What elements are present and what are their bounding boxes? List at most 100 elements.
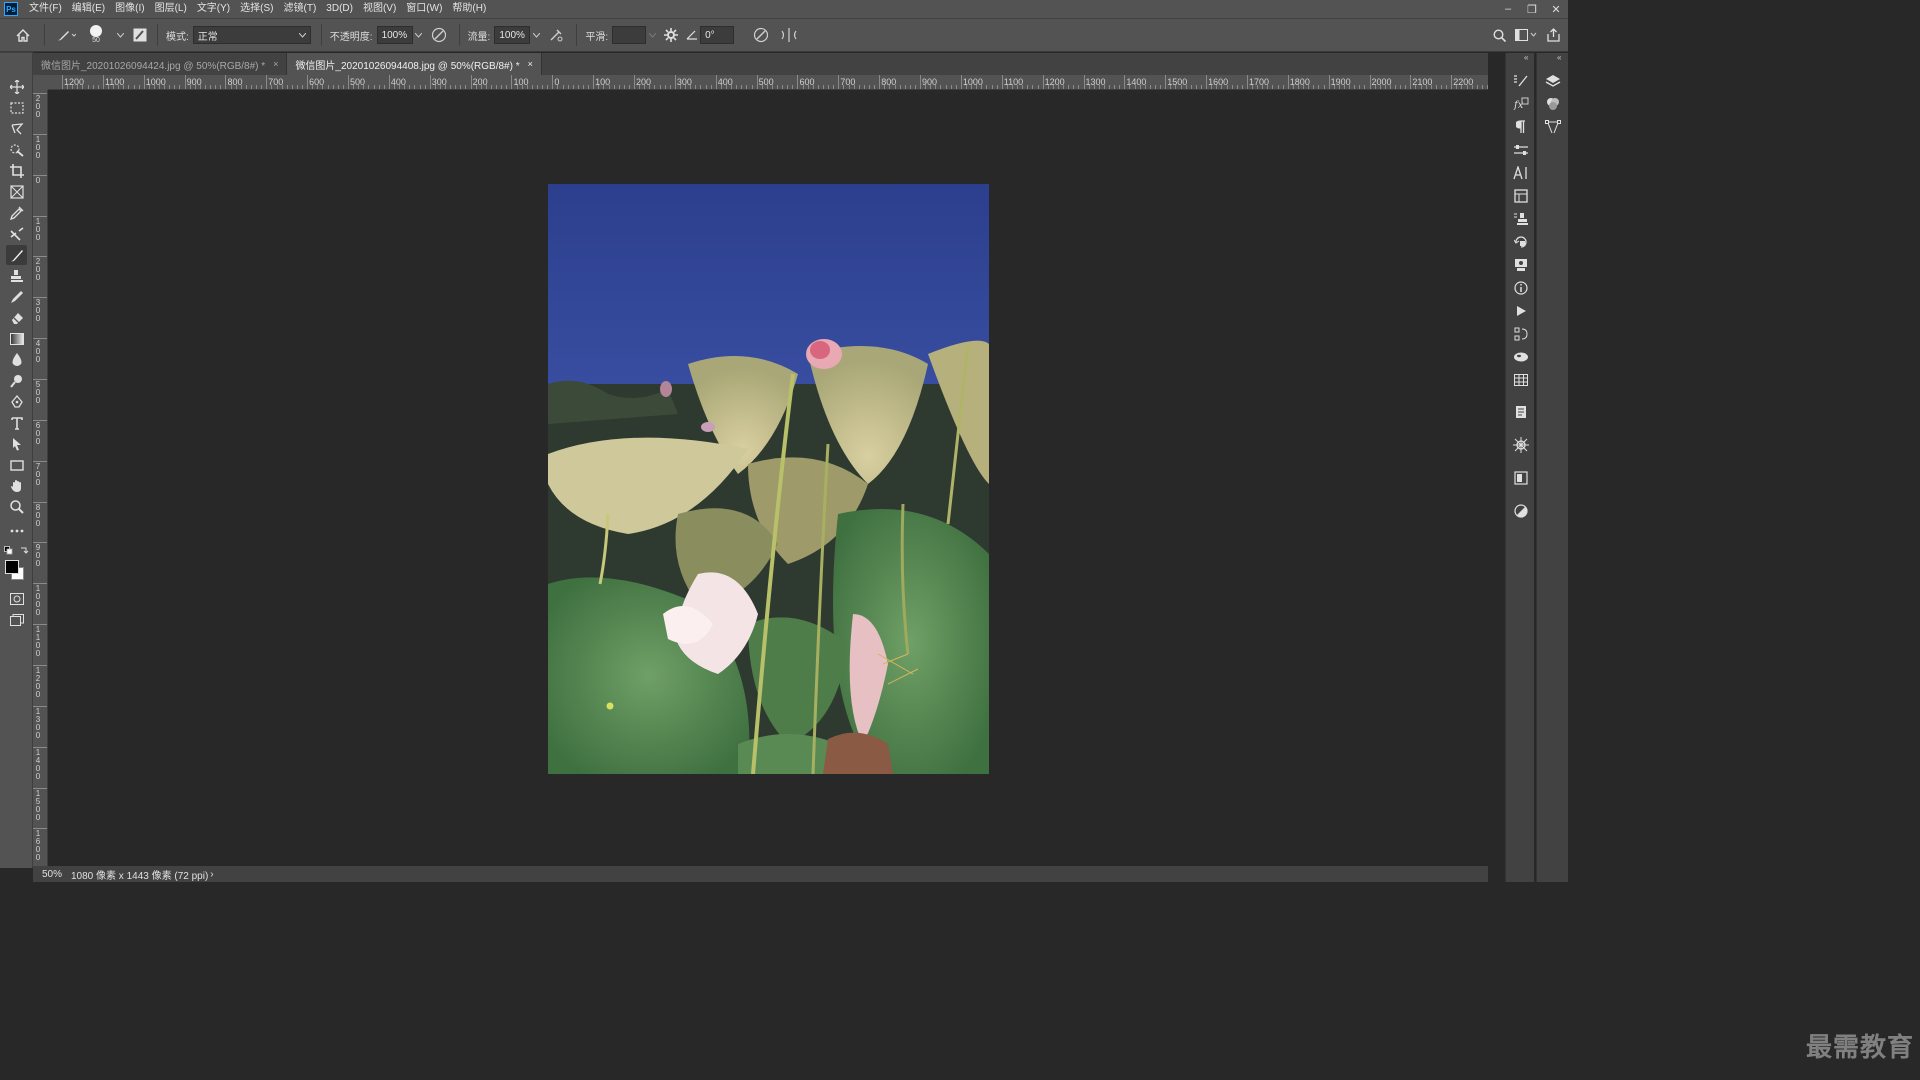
screen-mode-icon[interactable] [6, 610, 27, 630]
brush-settings-panel-icon[interactable] [129, 24, 151, 46]
gear-icon[interactable] [658, 24, 684, 46]
zoom-tool-icon[interactable] [6, 497, 27, 517]
menu-item[interactable]: 帮助(H) [447, 0, 491, 18]
hand-tool-icon[interactable] [6, 476, 27, 496]
color-swatches[interactable] [5, 560, 27, 582]
type-tool-icon[interactable] [6, 413, 27, 433]
pressure-opacity-icon[interactable] [425, 24, 453, 46]
collapse-left-icon[interactable]: « [1557, 53, 1561, 62]
spot-healing-tool-icon[interactable] [6, 224, 27, 244]
marquee-tool-icon[interactable] [6, 98, 27, 118]
menu-item[interactable]: 编辑(E) [67, 0, 110, 18]
ruler-minor-tick [516, 85, 518, 89]
path-selection-tool-icon[interactable] [6, 434, 27, 454]
lasso-tool-icon[interactable] [6, 119, 27, 139]
opacity-input[interactable]: 100% [376, 26, 413, 44]
clone-source-icon[interactable] [1511, 210, 1530, 228]
brush-size-picker[interactable]: 50 [81, 24, 111, 46]
window-controls: – ❐ ✕ [1496, 0, 1568, 18]
smoothing-input[interactable] [612, 26, 647, 44]
dodge-tool-icon[interactable] [6, 371, 27, 391]
history-brush-tool-icon[interactable] [6, 287, 27, 307]
close-tab-icon[interactable]: × [273, 59, 278, 69]
close-tab-icon[interactable]: × [528, 59, 533, 69]
menu-item[interactable]: 窗口(W) [401, 0, 447, 18]
layers-icon[interactable] [1543, 71, 1563, 91]
document-tab[interactable]: 微信图片_20201026094424.jpg @ 50%(RGB/8#) * × [33, 53, 288, 75]
pen-tool-icon[interactable] [6, 392, 27, 412]
menu-item[interactable]: 3D(D) [321, 0, 358, 18]
clone-stamp-tool-icon[interactable] [6, 266, 27, 286]
pressure-size-icon[interactable] [744, 24, 778, 46]
layer-styles-fx-icon[interactable]: fx [1511, 95, 1530, 113]
info-icon[interactable] [1511, 279, 1530, 297]
airbrush-icon[interactable] [542, 24, 570, 46]
libraries-icon[interactable] [1511, 469, 1530, 487]
more-tools-icon[interactable] [6, 521, 27, 541]
collapse-left-icon[interactable]: « [1524, 53, 1528, 62]
default-colors-icon[interactable] [4, 546, 30, 556]
paragraph-icon[interactable] [1511, 118, 1530, 136]
menu-item[interactable]: 图像(I) [110, 0, 149, 18]
frame-tool-icon[interactable] [6, 182, 27, 202]
channels-icon[interactable] [1543, 94, 1563, 114]
eyedropper-tool-icon[interactable] [6, 203, 27, 223]
ruler-corner[interactable] [33, 75, 48, 90]
ruler-minor-tick [588, 85, 590, 89]
symmetry-icon[interactable] [778, 24, 800, 46]
chevron-down-icon[interactable] [646, 24, 658, 46]
paths-pen-icon[interactable] [1543, 117, 1563, 137]
close-icon[interactable]: ✕ [1544, 0, 1568, 18]
table-grid-icon[interactable] [1511, 371, 1530, 389]
quick-mask-icon[interactable] [6, 589, 27, 609]
menu-item[interactable]: 文件(F) [24, 0, 67, 18]
rectangle-tool-icon[interactable] [6, 455, 27, 475]
horizontal-ruler[interactable]: 1200 1100 1000 900 800 700 600 500 400 300 200 100 0… [48, 75, 1488, 90]
chevron-down-icon[interactable] [530, 24, 542, 46]
notes-icon[interactable] [1511, 403, 1530, 421]
ruler-minor-tick [751, 85, 753, 89]
chevron-right-icon[interactable]: › [210, 869, 213, 880]
gradient-tool-icon[interactable] [6, 329, 27, 349]
search-icon[interactable] [1486, 24, 1512, 46]
menu-item[interactable]: 滤镜(T) [279, 0, 322, 18]
brush-preset-icon[interactable] [51, 24, 81, 46]
minimize-icon[interactable]: – [1496, 0, 1520, 18]
adjustments-icon[interactable] [1511, 502, 1530, 520]
properties-sliders-icon[interactable] [1511, 141, 1530, 159]
document-image-lotus-pond[interactable] [548, 184, 989, 774]
menu-item[interactable]: 文字(Y) [192, 0, 235, 18]
chevron-down-icon[interactable] [413, 24, 425, 46]
document-tab[interactable]: 微信图片_20201026094408.jpg @ 50%(RGB/8#) * × [287, 53, 542, 75]
brush-settings-icon[interactable] [1511, 72, 1530, 90]
share-icon[interactable] [1540, 24, 1566, 46]
menu-item[interactable]: 选择(S) [235, 0, 278, 18]
glyphs-icon[interactable] [1511, 187, 1530, 205]
crop-tool-icon[interactable] [6, 161, 27, 181]
canvas-area[interactable] [48, 91, 1488, 868]
flow-input[interactable]: 100% [494, 26, 531, 44]
3d-materials-icon[interactable] [1511, 348, 1530, 366]
history-icon[interactable] [1511, 233, 1530, 251]
character-icon[interactable] [1511, 164, 1530, 182]
vertical-ruler[interactable]: 200 100 0 100 200 300 400 500 600 700 800 900 1000 11… [33, 90, 48, 868]
eraser-tool-icon[interactable] [6, 308, 27, 328]
chevron-down-icon[interactable] [111, 24, 129, 46]
blur-tool-icon[interactable] [6, 350, 27, 370]
blend-mode-select[interactable]: 正常 [192, 26, 311, 44]
paths-icon[interactable] [1511, 325, 1530, 343]
brush-tool-icon[interactable] [6, 245, 27, 265]
menu-item[interactable]: 视图(V) [358, 0, 401, 18]
angle-input[interactable]: 0° [700, 26, 735, 44]
workspace-icon[interactable] [1512, 24, 1540, 46]
actions-play-icon[interactable] [1511, 302, 1530, 320]
zoom-level[interactable]: 50% [33, 869, 69, 880]
home-icon[interactable] [8, 24, 38, 46]
foreground-color-swatch[interactable] [5, 560, 19, 574]
move-tool-icon[interactable] [6, 77, 27, 97]
navigator-compass-icon[interactable] [1511, 436, 1530, 454]
tool-presets-icon[interactable] [1511, 256, 1530, 274]
quick-selection-tool-icon[interactable] [6, 140, 27, 160]
menu-item[interactable]: 图层(L) [150, 0, 192, 18]
restore-icon[interactable]: ❐ [1520, 0, 1544, 18]
